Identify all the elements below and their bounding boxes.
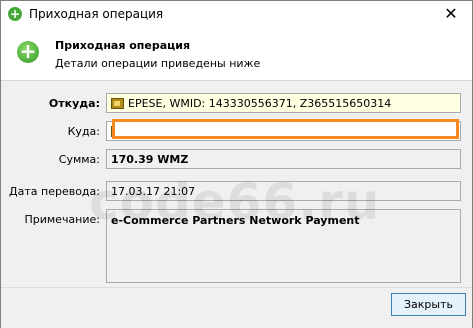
to-field-highlight bbox=[112, 119, 459, 139]
add-circle-icon: + bbox=[17, 41, 39, 63]
header-title: Приходная операция bbox=[55, 39, 191, 52]
from-value: EPESE, WMID: 143330556371, Z365515650314 bbox=[128, 97, 392, 110]
dialog-window: + Приходная операция ✕ + Приходная опера… bbox=[0, 0, 473, 328]
window-title: Приходная операция bbox=[29, 7, 164, 21]
note-label: Примечание: bbox=[24, 213, 100, 226]
date-value: 17.03.17 21:07 bbox=[111, 185, 196, 198]
from-field[interactable]: EPESE, WMID: 143330556371, Z365515650314 bbox=[106, 93, 461, 113]
note-field: e-Commerce Partners Network Payment bbox=[106, 209, 461, 283]
amount-label: Сумма: bbox=[58, 153, 100, 166]
dialog-header: + Приходная операция Детали операции при… bbox=[1, 29, 472, 81]
to-label: Куда: bbox=[67, 125, 100, 138]
amount-field: 170.39 WMZ bbox=[106, 149, 461, 169]
add-circle-icon: + bbox=[8, 7, 22, 21]
close-button[interactable]: Закрыть bbox=[391, 293, 466, 316]
note-value: e-Commerce Partners Network Payment bbox=[111, 214, 360, 227]
from-label: Откуда: bbox=[48, 97, 100, 110]
title-bar: + Приходная операция ✕ bbox=[1, 1, 472, 29]
date-field: 17.03.17 21:07 bbox=[106, 181, 461, 201]
date-label: Дата перевода: bbox=[9, 185, 100, 198]
close-icon[interactable]: ✕ bbox=[436, 3, 466, 25]
header-subtitle: Детали операции приведены ниже bbox=[55, 57, 261, 70]
amount-value: 170.39 WMZ bbox=[111, 153, 189, 166]
wallet-icon bbox=[111, 98, 124, 109]
